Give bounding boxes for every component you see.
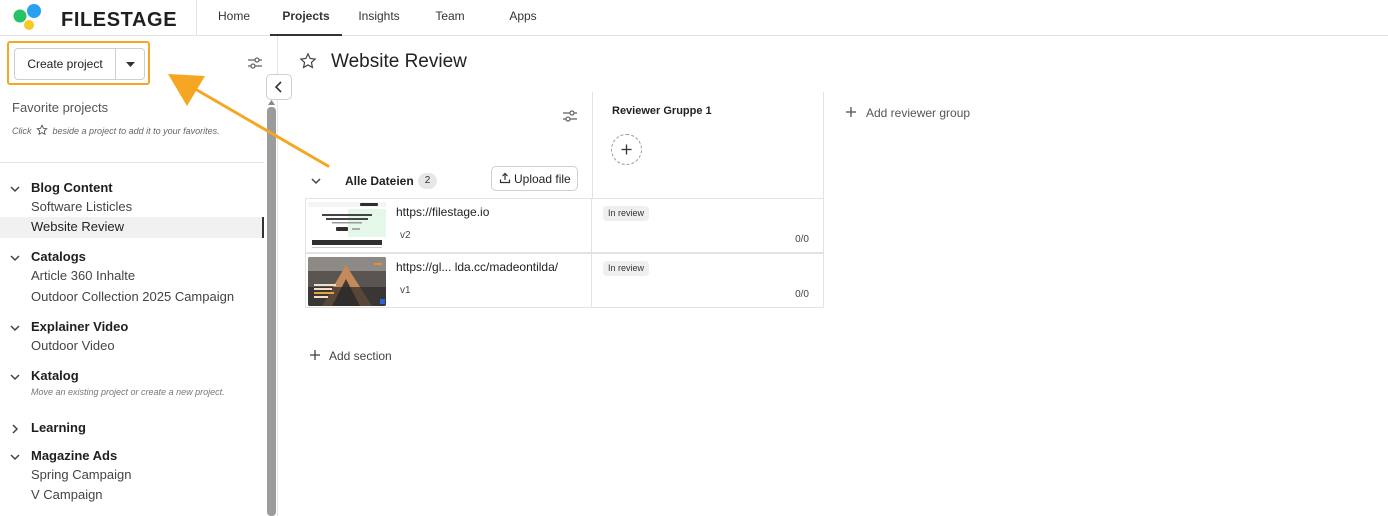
website-thumbnail-image (308, 257, 386, 306)
favorites-heading: Favorite projects (12, 100, 109, 115)
project-spring-campaign[interactable]: Spring Campaign (31, 467, 131, 482)
chevron-down-icon (10, 186, 20, 193)
page-title: Website Review (331, 51, 467, 72)
chevron-down-icon (10, 374, 20, 381)
group-explainer-video[interactable]: Explainer Video (8, 319, 148, 337)
approval-count: 0/0 (795, 234, 809, 245)
file-row[interactable]: https://filestage.io v2 (305, 198, 592, 253)
review-status-cell[interactable]: In review 0/0 (592, 253, 824, 308)
nav-home[interactable]: Home (210, 0, 258, 36)
file-version: v1 (400, 285, 411, 296)
favorites-hint-prefix: Click (12, 126, 32, 136)
status-badge: In review (603, 261, 650, 276)
group-blog-content[interactable]: Blog Content (8, 180, 128, 198)
brand-name: FILESTAGE (61, 9, 178, 31)
chevron-down-icon (10, 255, 20, 262)
file-name[interactable]: https://gl... lda.cc/madeontilda/ (396, 260, 558, 274)
nav-apps[interactable]: Apps (502, 0, 544, 36)
create-project-highlight: Create project (7, 41, 150, 85)
nav-insights[interactable]: Insights (352, 0, 406, 36)
project-software-listicles[interactable]: Software Listicles (31, 199, 132, 214)
project-outdoor-collection-2025[interactable]: Outdoor Collection 2025 Campaign (31, 289, 234, 304)
approval-count: 0/0 (795, 289, 809, 300)
plus-icon (310, 350, 320, 360)
filestage-logo[interactable]: FILESTAGE (12, 3, 178, 33)
create-project-button[interactable]: Create project (15, 49, 115, 79)
group-label: Catalogs (31, 249, 86, 264)
project-outdoor-video[interactable]: Outdoor Video (31, 338, 115, 353)
annotation-arrow-icon (168, 74, 330, 168)
create-options-dropdown[interactable] (116, 49, 145, 79)
group-label: Explainer Video (31, 319, 129, 334)
nav-divider (196, 0, 197, 36)
files-filter-icon[interactable] (561, 107, 579, 130)
group-label: Blog Content (31, 180, 113, 195)
chevron-right-icon (12, 424, 19, 434)
file-row[interactable]: https://gl... lda.cc/madeontilda/ v1 (305, 253, 592, 308)
project-website-review[interactable]: Website Review (31, 219, 124, 234)
upload-file-button[interactable]: Upload file (491, 166, 578, 191)
nav-projects[interactable]: Projects (270, 0, 342, 36)
chevron-down-icon (10, 454, 20, 461)
top-navigation: FILESTAGE Home Projects Insights Team Ap… (0, 0, 1388, 36)
upload-file-label: Upload file (514, 172, 571, 186)
project-article-360-inhalte[interactable]: Article 360 Inhalte (31, 268, 135, 283)
section-title: Alle Dateien (345, 174, 414, 188)
group-catalogs[interactable]: Catalogs (8, 249, 128, 267)
file-thumbnail[interactable] (308, 202, 386, 251)
logo-mark-icon (13, 4, 41, 30)
nav-team[interactable]: Team (428, 0, 472, 36)
add-reviewer-button[interactable] (611, 134, 642, 165)
group-learning[interactable]: Learning (8, 420, 108, 438)
group-magazine-ads[interactable]: Magazine Ads (8, 448, 128, 466)
chevron-down-icon (10, 325, 20, 332)
section-collapse-chevron-icon[interactable] (309, 174, 323, 188)
upload-icon (499, 172, 511, 184)
group-katalog[interactable]: Katalog (8, 368, 108, 386)
plus-icon (621, 144, 632, 155)
plus-icon (846, 107, 856, 117)
project-v-campaign[interactable]: V Campaign (31, 487, 103, 502)
empty-group-hint: Move an existing project or create a new… (31, 387, 225, 397)
file-thumbnail[interactable] (308, 257, 386, 306)
file-version: v2 (400, 230, 411, 241)
group-label: Learning (31, 420, 86, 435)
reviewer-group-title: Reviewer Gruppe 1 (612, 105, 712, 117)
add-reviewer-group-label: Add reviewer group (866, 106, 971, 120)
status-badge: In review (603, 206, 650, 221)
create-project-split-button: Create project (14, 48, 145, 80)
group-label: Katalog (31, 368, 79, 383)
column-divider (592, 92, 593, 198)
column-divider (823, 92, 824, 198)
file-name[interactable]: https://filestage.io (396, 205, 489, 219)
add-section-label: Add section (329, 349, 392, 363)
review-status-cell[interactable]: In review 0/0 (592, 198, 824, 253)
group-label: Magazine Ads (31, 448, 118, 463)
caret-down-icon (126, 62, 135, 67)
file-count-badge: 2 (418, 173, 437, 189)
star-outline-icon (36, 124, 48, 136)
website-thumbnail-image (308, 202, 386, 251)
